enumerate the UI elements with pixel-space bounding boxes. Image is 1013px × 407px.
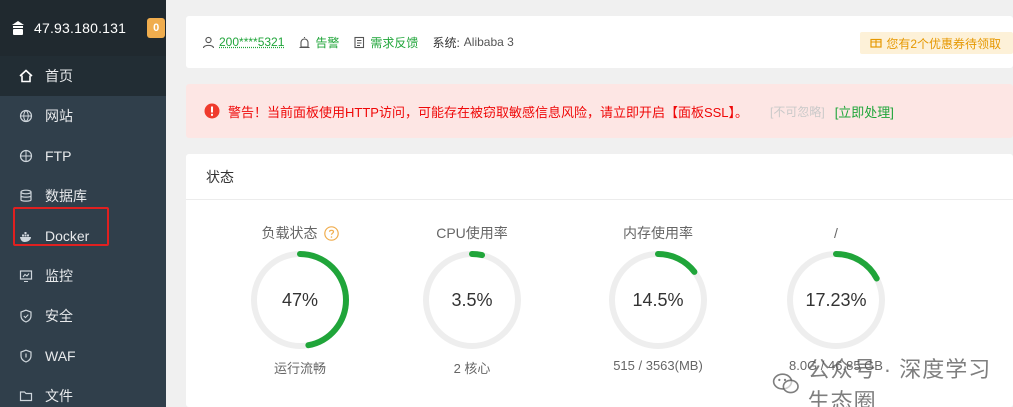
system-value: Alibaba 3: [463, 35, 514, 49]
gauge-title: 内存使用率: [623, 225, 693, 241]
gauge-ring: 17.23%: [787, 251, 885, 349]
sidebar-item-website[interactable]: 网站: [0, 96, 166, 136]
gauge-value: 14.5%: [632, 290, 683, 310]
gauge-title: CPU使用率: [436, 225, 508, 241]
system-info: 系统: Alibaba 3: [432, 34, 513, 51]
database-icon: [19, 189, 33, 203]
sidebar: 47.93.180.131 0 首页 网站 FTP 数据库 Docker 监控: [0, 0, 166, 407]
docker-icon: [19, 229, 33, 243]
status-title: 状态: [186, 154, 1013, 200]
gauge-title: /: [834, 225, 838, 241]
gauge-value: 17.23%: [805, 290, 866, 310]
sidebar-item-waf[interactable]: WAF: [0, 336, 166, 376]
sidebar-item-label: 监控: [45, 268, 73, 284]
handle-now-button[interactable]: [立即处理]: [835, 102, 894, 121]
sidebar-item-label: 网站: [45, 108, 73, 124]
ftp-icon: [19, 149, 33, 163]
gauge-ring: 3.5%: [423, 251, 521, 349]
ssl-warning-banner: 警告！当前面板使用HTTP访问，可能存在被窃取敏感信息风险，请立即开启【面板SS…: [186, 84, 1013, 138]
status-panel: 状态 负载状态 47% 运行流畅 CPU使用率 3.5% 2 核心 内存使用率 …: [186, 154, 1013, 407]
sidebar-item-label: WAF: [45, 348, 76, 364]
waf-shield-icon: [19, 349, 33, 363]
system-label: 系统:: [432, 35, 460, 50]
monitor-icon: [19, 269, 33, 283]
user-phone[interactable]: 200****5321: [219, 35, 284, 49]
sidebar-item-label: 首页: [45, 68, 73, 84]
alarm-label[interactable]: 告警: [315, 34, 339, 51]
gauge-ring: 14.5%: [609, 251, 707, 349]
home-icon: [19, 69, 33, 83]
gauge-load[interactable]: 负载状态 47% 运行流畅: [215, 200, 385, 377]
help-icon[interactable]: [323, 225, 339, 241]
sidebar-item-docker[interactable]: Docker: [0, 216, 166, 256]
sidebar-item-label: 数据库: [45, 188, 87, 204]
gauge-value: 3.5%: [451, 290, 492, 310]
gauge-cpu[interactable]: CPU使用率 3.5% 2 核心: [387, 200, 557, 377]
gauge-subtitle: 2 核心: [453, 361, 491, 376]
gauge-subtitle: 8.0G / 46.85 GB: [789, 358, 883, 373]
server-icon: [10, 19, 26, 37]
sidebar-item-database[interactable]: 数据库: [0, 176, 166, 216]
user-account[interactable]: 200****5321: [202, 35, 284, 49]
sidebar-item-label: Docker: [45, 228, 90, 244]
warning-text: 警告！当前面板使用HTTP访问，可能存在被窃取敏感信息风险，请立即开启【面板SS…: [228, 104, 749, 120]
coupon-text: 您有2个优惠券待领取: [886, 36, 1001, 51]
folder-icon: [19, 389, 33, 403]
ignore-button[interactable]: [不可忽略]: [770, 103, 825, 120]
gauge-subtitle: 运行流畅: [273, 361, 326, 376]
sidebar-item-label: 文件: [45, 388, 73, 404]
gauge-value: 47%: [282, 290, 318, 310]
sidebar-item-label: 安全: [45, 308, 73, 324]
sidebar-item-label: FTP: [45, 148, 72, 164]
main-content: 200****5321 告警 需求反馈 系统: Alibaba 3 您有2个优惠…: [166, 0, 1013, 407]
user-icon: [202, 36, 215, 48]
alarm-icon: [299, 36, 310, 48]
sidebar-item-monitor[interactable]: 监控: [0, 256, 166, 296]
server-header[interactable]: 47.93.180.131 0: [0, 0, 166, 56]
globe-icon: [19, 109, 33, 123]
gauge-memory[interactable]: 内存使用率 14.5% 515 / 3563(MB): [573, 200, 743, 373]
coupon-banner[interactable]: 您有2个优惠券待领取: [860, 32, 1013, 54]
feedback-link[interactable]: 需求反馈: [353, 34, 418, 51]
top-info-bar: 200****5321 告警 需求反馈 系统: Alibaba 3 您有2个优惠…: [186, 16, 1013, 68]
feedback-icon: [354, 36, 365, 48]
sidebar-item-security[interactable]: 安全: [0, 296, 166, 336]
gauge-subtitle: 515 / 3563(MB): [613, 358, 703, 373]
feedback-label[interactable]: 需求反馈: [370, 34, 418, 51]
sidebar-item-ftp[interactable]: FTP: [0, 136, 166, 176]
warning-icon: [204, 103, 220, 119]
gauge-ring: 47%: [251, 251, 349, 349]
sidebar-item-home[interactable]: 首页: [0, 56, 166, 96]
gauge-disk[interactable]: / 17.23% 8.0G / 46.85 GB: [751, 200, 921, 373]
alarm-link[interactable]: 告警: [298, 34, 339, 51]
server-ip: 47.93.180.131: [34, 20, 127, 36]
sidebar-nav: 首页 网站 FTP 数据库 Docker 监控 安全 WAF 文件: [0, 56, 166, 407]
coupon-icon: [870, 38, 882, 48]
notification-badge[interactable]: 0: [147, 18, 166, 38]
sidebar-item-files[interactable]: 文件: [0, 376, 166, 407]
gauge-title: 负载状态: [261, 225, 318, 241]
shield-icon: [19, 309, 33, 323]
